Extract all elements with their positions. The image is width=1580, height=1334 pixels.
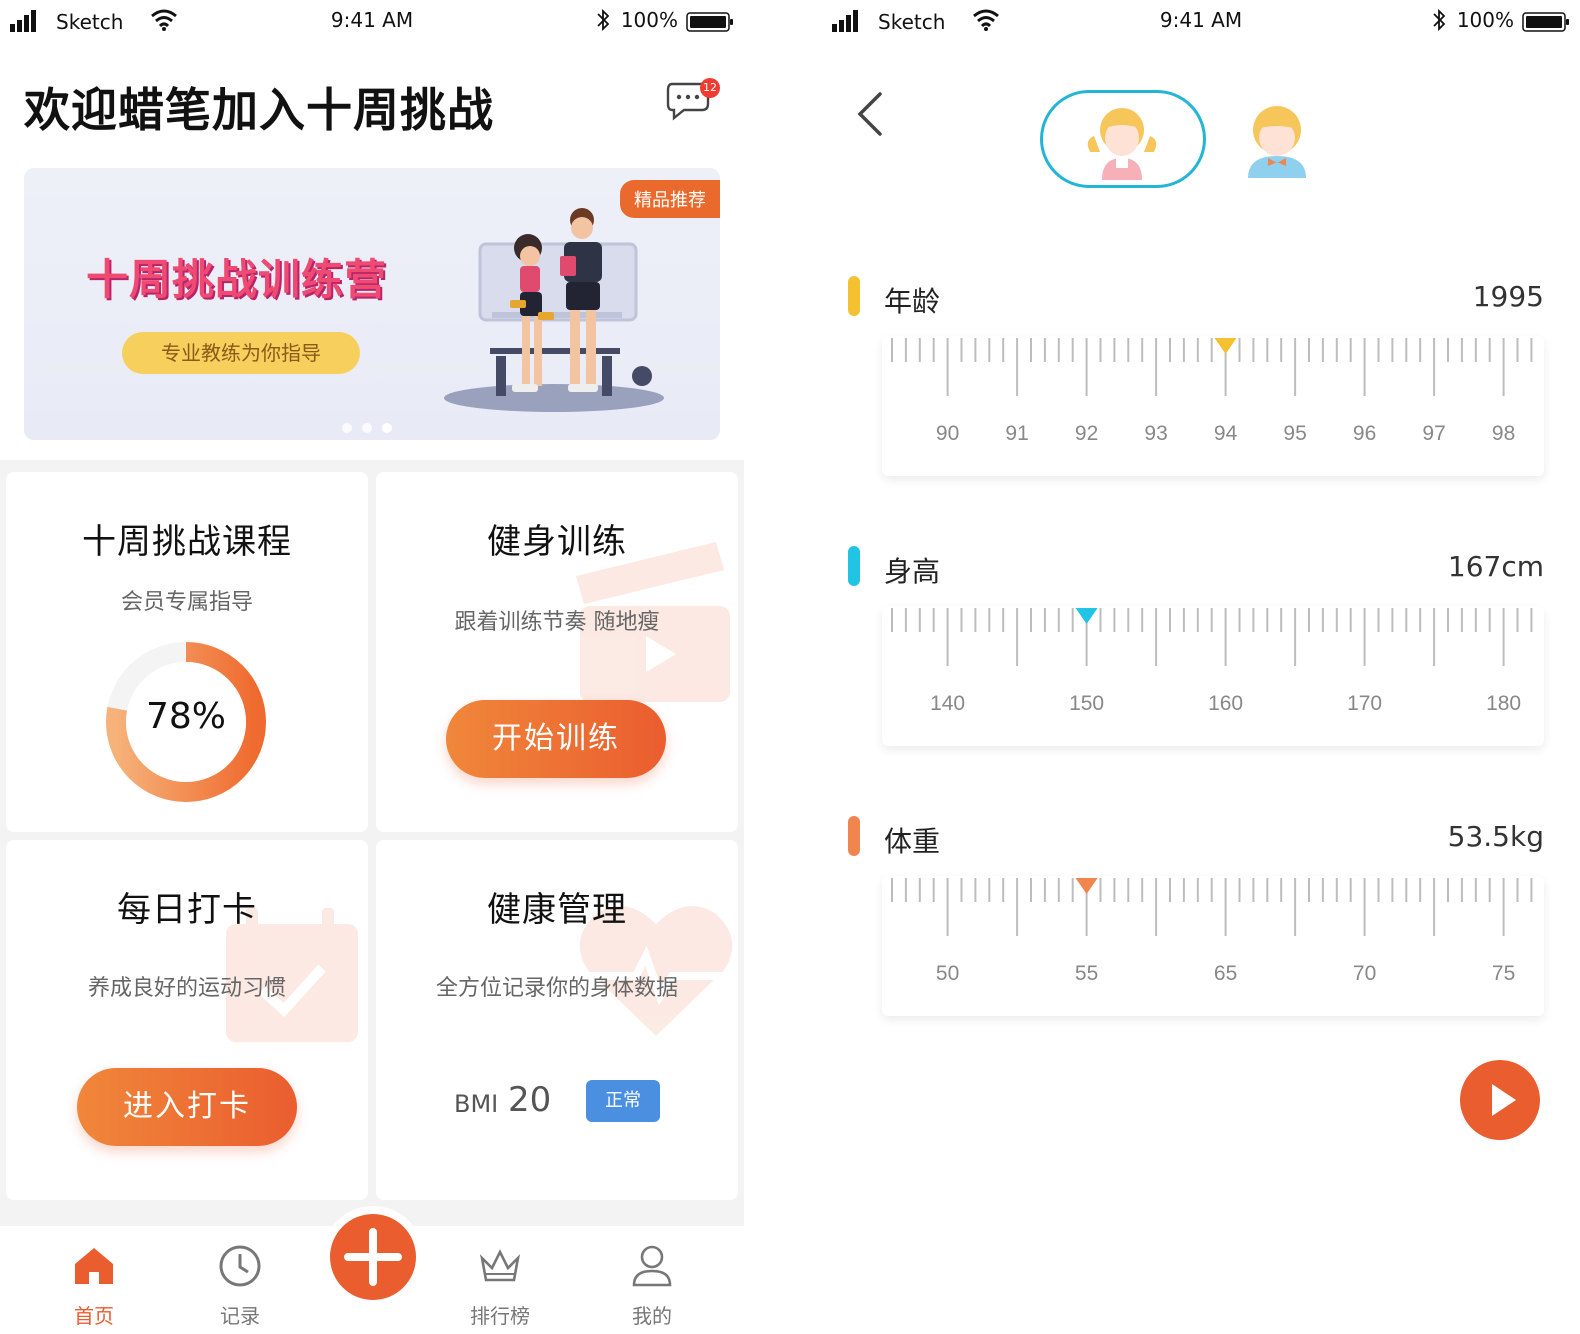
checkin-title: 每日打卡 (117, 890, 257, 930)
bmi-value: 20 (508, 1080, 552, 1120)
add-button[interactable] (322, 1206, 424, 1308)
ruler-tick-label: 90 (936, 422, 959, 445)
battery-percent: 100% (620, 8, 678, 32)
ruler-tick-label: 70 (1353, 962, 1376, 985)
page-dot-active[interactable] (382, 423, 392, 433)
ruler-pointer-icon (1214, 338, 1237, 354)
ruler-tick-label: 93 (1144, 422, 1167, 445)
height-value: 167cm (1447, 550, 1544, 583)
battery-icon (686, 12, 733, 32)
banner-subtitle: 专业教练为你指导 (122, 332, 360, 374)
bmi-status-badge: 正常 (586, 1080, 660, 1122)
status-bar: Sketch 9:41 AM 100% (0, 0, 744, 44)
age-value: 1995 (1472, 280, 1544, 313)
ruler-tick-label: 96 (1353, 422, 1376, 445)
crown-icon (479, 1249, 521, 1282)
ruler-tick-label: 65 (1214, 962, 1237, 985)
training-title: 健身训练 (487, 522, 627, 562)
bluetooth-icon (1433, 8, 1446, 32)
weight-color-bar (848, 816, 860, 856)
ruler-tick-label: 98 (1492, 422, 1515, 445)
home-screen: Sketch 9:41 AM 100% 欢迎蜡笔加入十周挑战 12 精品推荐 十… (0, 0, 744, 1334)
height-label: 身高 (884, 555, 941, 588)
weight-value: 53.5kg (1447, 820, 1544, 853)
page-dot[interactable] (342, 423, 352, 433)
tab-label: 我的 (632, 1304, 672, 1328)
tab-ranking[interactable]: 排行榜 (450, 1240, 550, 1329)
ruler-pointer-icon (1075, 878, 1098, 894)
page-dot[interactable] (362, 423, 372, 433)
battery-icon (1522, 12, 1569, 32)
plus-icon (344, 1228, 402, 1286)
ruler-tick-label: 50 (936, 962, 959, 985)
status-bar: Sketch 9:41 AM 100% (822, 0, 1580, 44)
bluetooth-icon (597, 8, 610, 32)
tab-record[interactable]: 记录 (190, 1240, 290, 1329)
ruler-tick-label: 140 (930, 692, 965, 715)
banner-title: 十周挑战训练营 (86, 255, 388, 304)
message-badge: 12 (700, 78, 720, 98)
ruler-tick-label: 97 (1422, 422, 1445, 445)
training-card[interactable]: 健身训练 跟着训练节奏 随地瘦 开始训练 (376, 472, 738, 832)
health-card[interactable]: 健康管理 全方位记录你的身体数据 BMI 20 正常 (376, 840, 738, 1200)
ruler-tick-label: 95 (1283, 422, 1306, 445)
banner-pagination[interactable] (342, 418, 402, 437)
tab-label: 记录 (220, 1304, 260, 1328)
trainer-illustration (444, 208, 664, 412)
checkin-subtitle: 养成良好的运动习惯 (87, 976, 286, 1001)
enter-checkin-button[interactable]: 进入打卡 (77, 1068, 297, 1146)
ruler-tick-label: 94 (1214, 422, 1238, 445)
checkin-card[interactable]: 每日打卡 养成良好的运动习惯 进入打卡 (6, 840, 368, 1200)
height-ruler[interactable]: 140 150 160 170 180 (882, 606, 1544, 746)
welcome-title: 欢迎蜡笔加入十周挑战 (24, 83, 494, 137)
play-icon (1492, 1084, 1516, 1116)
age-ruler[interactable]: 90 91 92 93 94 95 96 97 98 (882, 336, 1544, 476)
promo-banner[interactable]: 精品推荐 十周挑战训练营 专业教练为你指导 (24, 168, 720, 440)
profile-setup-screen: Sketch 9:41 AM 100% 年龄 1995 90 91 92 93 … (822, 0, 1580, 1334)
add-button-circle (330, 1214, 416, 1300)
girl-avatar-icon[interactable] (1084, 100, 1160, 180)
weight-ruler[interactable]: 50 55 65 70 75 (882, 876, 1544, 1016)
back-icon[interactable] (852, 90, 888, 138)
ruler-tick-label: 170 (1347, 692, 1382, 715)
training-subtitle: 跟着训练节奏 随地瘦 (454, 610, 660, 635)
ruler-tick-label: 92 (1075, 422, 1098, 445)
ruler-tick-label: 91 (1005, 422, 1028, 445)
clock-icon (219, 1245, 261, 1287)
user-icon (632, 1245, 672, 1287)
height-color-bar (848, 546, 860, 586)
tab-mine[interactable]: 我的 (602, 1240, 702, 1329)
course-subtitle: 会员专属指导 (120, 590, 253, 615)
boy-avatar-icon[interactable] (1242, 100, 1312, 180)
age-label: 年龄 (884, 285, 941, 318)
home-icon (75, 1248, 113, 1284)
health-title: 健康管理 (487, 890, 627, 930)
tab-home[interactable]: 首页 (44, 1240, 144, 1329)
next-button[interactable] (1460, 1060, 1540, 1140)
progress-percent: 78% (145, 696, 226, 737)
progress-ring: 78% (106, 642, 266, 802)
tab-label: 首页 (74, 1304, 114, 1328)
ruler-tick-label: 55 (1075, 962, 1098, 985)
ruler-pointer-icon (1075, 608, 1098, 624)
ruler-tick-label: 160 (1208, 692, 1243, 715)
ruler-tick-label: 75 (1492, 962, 1515, 985)
health-subtitle: 全方位记录你的身体数据 (435, 976, 678, 1001)
bmi-label: BMI (454, 1090, 499, 1118)
ruler-tick-label: 150 (1069, 692, 1104, 715)
battery-percent: 100% (1456, 8, 1514, 32)
age-color-bar (848, 276, 860, 316)
course-card[interactable]: 十周挑战课程 会员专属指导 78% (6, 472, 368, 832)
course-title: 十周挑战课程 (82, 522, 292, 562)
start-training-button[interactable]: 开始训练 (446, 700, 666, 778)
ruler-tick-label: 180 (1486, 692, 1521, 715)
tab-label: 排行榜 (470, 1304, 530, 1328)
weight-label: 体重 (884, 825, 941, 858)
